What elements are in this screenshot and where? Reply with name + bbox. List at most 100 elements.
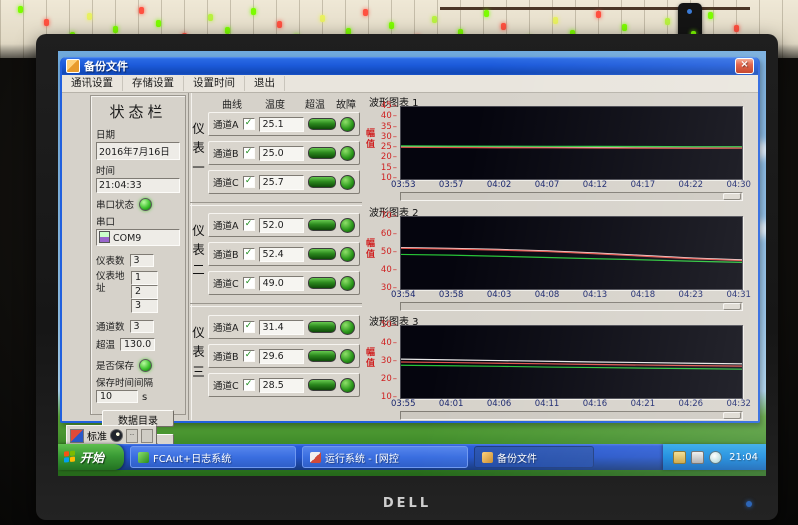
curve-checkbox[interactable]: ✓	[243, 176, 255, 188]
address-list[interactable]: 1 2 3	[131, 271, 158, 313]
panel-led	[484, 10, 489, 17]
x-tick-label: 04:31	[726, 290, 751, 300]
instrument-3-name: 仪表三	[191, 323, 206, 381]
app-icon	[482, 452, 493, 463]
time-field: 21:04:33	[96, 178, 180, 193]
ime-button[interactable]: ··	[126, 429, 138, 443]
x-tick-label: 04:08	[535, 290, 560, 300]
y-axis-label: 幅值	[366, 348, 376, 370]
overtemp-field[interactable]: 130.0	[120, 338, 155, 351]
ime-tray-icon[interactable]	[673, 451, 686, 464]
scrollbar-thumb[interactable]	[723, 303, 741, 310]
scrollbar-thumb[interactable]	[723, 412, 741, 419]
taskbar-item-log-system[interactable]: FCAut+日志系统	[130, 446, 296, 468]
device-tray-icon[interactable]	[691, 451, 704, 464]
curve-checkbox[interactable]: ✓	[243, 350, 255, 362]
chart-scrollbar[interactable]	[400, 302, 743, 311]
curve-checkbox[interactable]: ✓	[243, 248, 255, 260]
curve-checkbox[interactable]: ✓	[243, 277, 255, 289]
x-tick-label: 04:18	[631, 290, 656, 300]
curve-checkbox[interactable]: ✓	[243, 118, 255, 130]
y-tick-label: 50	[381, 320, 397, 330]
device-led	[687, 9, 692, 14]
x-tick-label: 04:06	[487, 399, 512, 409]
chart-scrollbar[interactable]	[400, 411, 743, 420]
time-label: 时间	[96, 163, 180, 177]
menu-storage-settings[interactable]: 存储设置	[123, 76, 184, 91]
volume-icon[interactable]	[709, 451, 722, 464]
x-axis-labels: 03:5303:5704:0204:0704:1204:1704:2204:30	[391, 180, 751, 190]
y-tick-label: 25	[381, 142, 397, 152]
date-field: 2016年7月16日	[96, 142, 180, 160]
panel-led	[18, 6, 23, 13]
serial-port-field[interactable]: COM9	[96, 229, 180, 246]
taskbar-item-backup-file[interactable]: 备份文件	[474, 446, 594, 468]
menu-exit[interactable]: 退出	[245, 76, 285, 91]
ime-toolbar[interactable]: 标准 ··	[66, 425, 157, 446]
instrument-1-name: 仪表一	[191, 119, 206, 177]
temperature-field[interactable]: 52.4	[259, 247, 304, 262]
curve-checkbox[interactable]: ✓	[243, 147, 255, 159]
overtemp-indicator	[308, 379, 336, 391]
x-tick-label: 04:23	[679, 290, 704, 300]
taskbar-item-run-system[interactable]: 运行系统 - [网控	[302, 446, 468, 468]
dell-logo: DELL	[383, 496, 431, 511]
temperature-field[interactable]: 25.1	[259, 117, 304, 132]
menu-set-time[interactable]: 设置时间	[184, 76, 245, 91]
y-tick-label: 15	[381, 163, 397, 173]
taskbar-item-label: FCAut+日志系统	[153, 450, 231, 465]
overtemp-indicator	[308, 219, 336, 231]
temperature-field[interactable]: 31.4	[259, 320, 304, 335]
ime-button[interactable]	[141, 429, 153, 443]
curve-checkbox[interactable]: ✓	[243, 321, 255, 333]
fault-indicator	[340, 146, 355, 161]
temperature-field[interactable]: 52.0	[259, 218, 304, 233]
y-axis-ticks: 4540353025201510	[376, 106, 397, 178]
chart-scrollbar[interactable]	[400, 192, 743, 201]
windows-logo-icon	[64, 450, 76, 463]
panel-led	[225, 27, 230, 34]
power-led[interactable]	[746, 501, 752, 507]
title-bar[interactable]: 备份文件 ×	[62, 57, 758, 75]
address-label: 仪表地址	[96, 271, 126, 295]
x-tick-label: 03:53	[391, 180, 416, 190]
start-button[interactable]: 开始	[58, 444, 124, 470]
y-tick-label: 50	[381, 247, 397, 257]
address-item[interactable]: 2	[131, 285, 158, 299]
curve-checkbox[interactable]: ✓	[243, 379, 255, 391]
address-item[interactable]: 1	[131, 271, 158, 285]
charts-column: 波形图表 1 幅值 4540353025201510 03:5303:5704:…	[365, 93, 754, 420]
channel-label: 通道C	[213, 175, 239, 189]
panel-led	[251, 8, 256, 15]
instrument-count-field[interactable]: 3	[130, 254, 154, 267]
temperature-field[interactable]: 28.5	[259, 378, 304, 393]
address-item[interactable]: 3	[131, 299, 158, 313]
x-tick-label: 04:13	[583, 290, 608, 300]
io-resource-icon	[99, 231, 110, 243]
channel-count-field[interactable]: 3	[130, 320, 154, 333]
window-title: 备份文件	[84, 58, 128, 74]
taskbar-item-label: 运行系统 - [网控	[325, 450, 399, 465]
channel-row: 通道A ✓ 52.0	[208, 213, 360, 237]
panel-led	[87, 13, 92, 20]
moon-icon[interactable]	[110, 429, 123, 442]
menu-comm-settings[interactable]: 通讯设置	[62, 76, 123, 91]
channel-label: 通道B	[213, 247, 239, 261]
menu-bar: 通讯设置 存储设置 设置时间 退出	[62, 75, 758, 93]
panel-led	[622, 24, 627, 31]
temperature-field[interactable]: 49.0	[259, 276, 304, 291]
panel-led	[734, 25, 739, 32]
tray-clock[interactable]: 21:04	[729, 452, 758, 463]
temperature-field[interactable]: 25.0	[259, 146, 304, 161]
channel-label: 通道B	[213, 146, 239, 160]
close-button[interactable]: ×	[735, 58, 754, 74]
scrollbar-thumb[interactable]	[723, 193, 741, 200]
curve-checkbox[interactable]: ✓	[243, 219, 255, 231]
save-interval-field[interactable]: 10	[96, 390, 138, 403]
overtemp-indicator	[308, 176, 336, 188]
save-label: 是否保存	[96, 358, 134, 372]
temperature-field[interactable]: 29.6	[259, 349, 304, 364]
temperature-field[interactable]: 25.7	[259, 175, 304, 190]
y-tick-label: 40	[381, 111, 397, 121]
overtemp-indicator	[308, 147, 336, 159]
